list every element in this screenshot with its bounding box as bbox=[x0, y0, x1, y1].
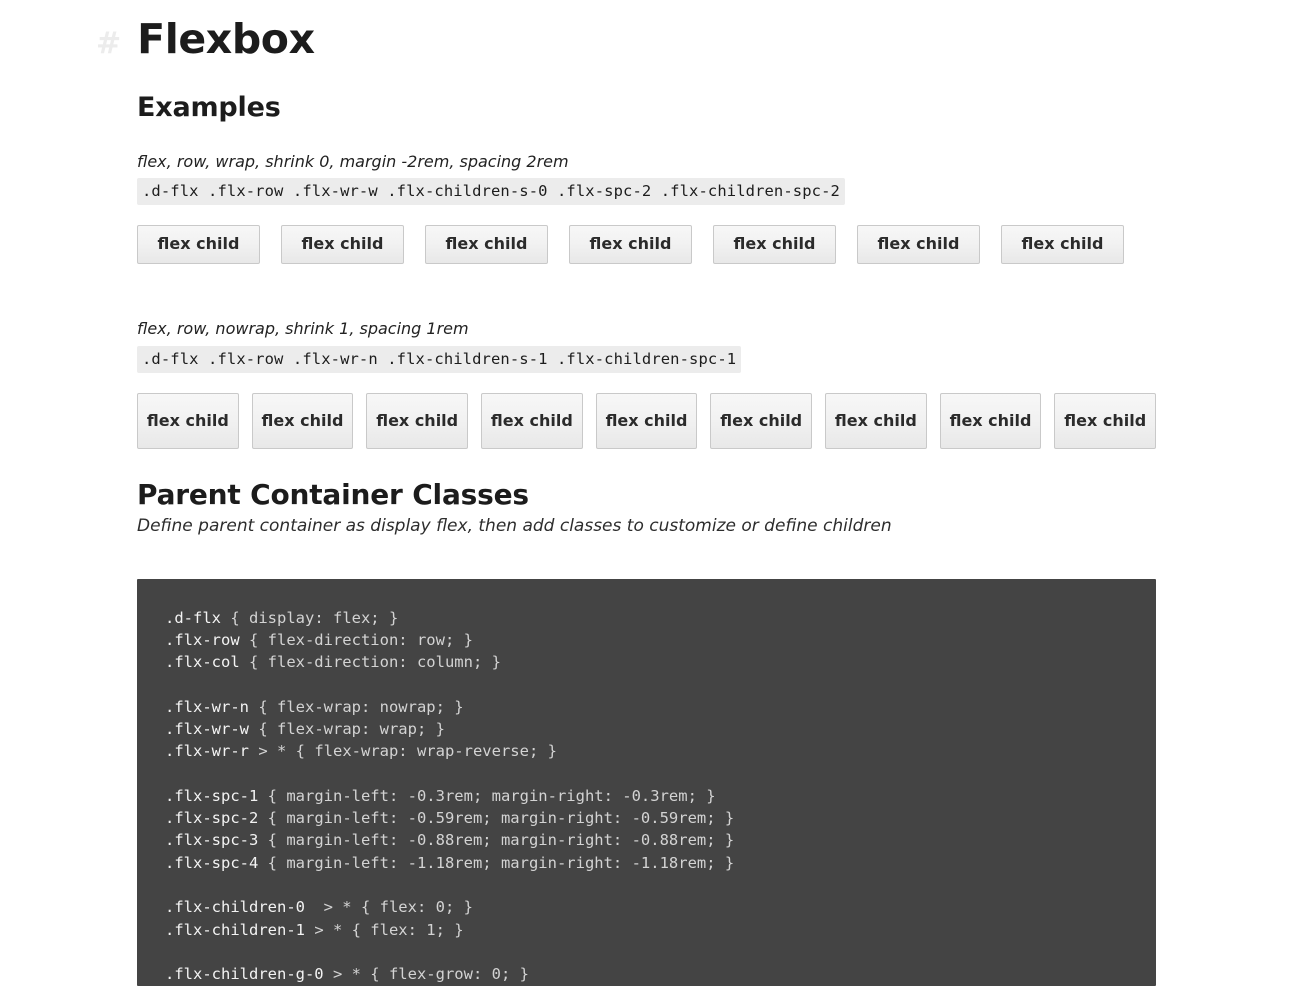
code-line: .flx-spc-1 { margin-left: -0.3rem; margi… bbox=[165, 785, 1156, 807]
examples-heading: Examples bbox=[137, 92, 281, 123]
flex-child-item[interactable]: flex child bbox=[569, 225, 692, 264]
code-selector: .flx-children-0 bbox=[165, 898, 305, 917]
flex-child-item[interactable]: flex child bbox=[713, 225, 836, 264]
flex-child-item[interactable]: flex child bbox=[710, 393, 813, 449]
code-declaration: { margin-left: -0.59rem; margin-right: -… bbox=[258, 809, 735, 828]
code-line: .flx-spc-3 { margin-left: -0.88rem; marg… bbox=[165, 829, 1156, 851]
code-line: .flx-wr-w { flex-wrap: wrap; } bbox=[165, 718, 1156, 740]
code-selector: .flx-children-1 bbox=[165, 920, 305, 939]
code-declaration: > * { flex-wrap: wrap-reverse; } bbox=[249, 742, 557, 761]
code-line: .flx-row { flex-direction: row; } bbox=[165, 629, 1156, 651]
example-2-classes: .d-flx .flx-row .flx-wr-n .flx-children-… bbox=[137, 346, 742, 374]
flex-child-item[interactable]: flex child bbox=[366, 393, 469, 449]
flex-child-item[interactable]: flex child bbox=[595, 393, 698, 449]
parent-container-subtitle: Define parent container as display flex,… bbox=[137, 516, 892, 536]
code-declaration: > * { flex-grow: 0; } bbox=[323, 965, 529, 984]
code-selector: .flx-wr-n bbox=[165, 697, 249, 716]
code-declaration: { flex-wrap: wrap; } bbox=[249, 719, 445, 738]
code-line: .flx-children-0 > * { flex: 0; } bbox=[165, 896, 1156, 918]
code-selector: .flx-row bbox=[165, 630, 240, 649]
flex-child-item[interactable]: flex child bbox=[1001, 225, 1124, 264]
code-declaration: { margin-left: -0.3rem; margin-right: -0… bbox=[258, 786, 716, 805]
flex-child-item[interactable]: flex child bbox=[825, 393, 927, 449]
code-selector: .flx-wr-r bbox=[165, 742, 249, 761]
code-declaration: { display: flex; } bbox=[221, 608, 399, 627]
flex-child-item[interactable]: flex child bbox=[281, 225, 404, 264]
parent-container-code-block: .d-flx { display: flex; } .flx-row { flex… bbox=[137, 578, 1156, 986]
code-declaration: { flex-wrap: nowrap; } bbox=[249, 697, 464, 716]
code-line: .flx-col { flex-direction: column; } bbox=[165, 651, 1156, 673]
code-declaration: > * { flex: 0; } bbox=[304, 898, 473, 917]
parent-container-heading: Parent Container Classes bbox=[137, 478, 529, 511]
code-line: .flx-spc-4 { margin-left: -1.18rem; marg… bbox=[165, 852, 1156, 874]
code-line: .d-flx { display: flex; } bbox=[165, 607, 1156, 629]
code-selector: .flx-spc-1 bbox=[165, 786, 259, 805]
example-2-flex-container: flex child flex child flex child flex child… bbox=[137, 393, 1157, 449]
example-1-flex-container: flex child flex child flex child flex child… bbox=[137, 225, 1159, 264]
code-line: .flx-spc-2 { margin-left: -0.59rem; marg… bbox=[165, 807, 1156, 829]
code-line: .flx-wr-n { flex-wrap: nowrap; } bbox=[165, 696, 1156, 718]
flex-child-item[interactable]: flex child bbox=[481, 393, 583, 449]
flex-child-item[interactable]: flex child bbox=[425, 225, 548, 264]
code-declaration: { flex-direction: row; } bbox=[239, 630, 473, 649]
code-declaration: { margin-left: -1.18rem; margin-right: -… bbox=[258, 853, 735, 872]
flex-child-item[interactable]: flex child bbox=[1054, 393, 1157, 449]
code-selector: .flx-wr-w bbox=[165, 719, 249, 738]
code-line: .flx-wr-r > * { flex-wrap: wrap-reverse;… bbox=[165, 740, 1156, 762]
flex-child-item[interactable]: flex child bbox=[137, 225, 260, 264]
flex-child-item[interactable]: flex child bbox=[939, 393, 1042, 449]
page-title: Flexbox bbox=[137, 15, 315, 63]
code-declaration: > * { flex: 1; } bbox=[304, 920, 464, 939]
flex-child-item[interactable]: flex child bbox=[857, 225, 980, 264]
example-1-classes: .d-flx .flx-row .flx-wr-w .flx-children-… bbox=[137, 178, 845, 206]
example-2-label: flex, row, nowrap, shrink 1, spacing 1re… bbox=[137, 319, 469, 338]
anchor-link-icon[interactable]: # bbox=[96, 29, 121, 59]
code-selector: .flx-col bbox=[165, 653, 240, 672]
code-selector: .flx-children-g-0 bbox=[165, 965, 324, 984]
code-declaration: { margin-left: -0.88rem; margin-right: -… bbox=[258, 831, 735, 850]
code-line: .flx-children-g-0 > * { flex-grow: 0; } bbox=[165, 963, 1156, 985]
flex-child-item[interactable]: flex child bbox=[137, 393, 239, 449]
code-selector: .flx-spc-2 bbox=[165, 809, 259, 828]
code-selector: .flx-spc-3 bbox=[165, 831, 259, 850]
code-line: .flx-children-1 > * { flex: 1; } bbox=[165, 919, 1156, 941]
code-selector: .d-flx bbox=[165, 608, 221, 627]
page-header: # Flexbox bbox=[96, 19, 315, 60]
example-1-label: flex, row, wrap, shrink 0, margin -2rem,… bbox=[137, 152, 569, 171]
flex-child-item[interactable]: flex child bbox=[251, 393, 354, 449]
page-root: # Flexbox Examples flex, row, wrap, shri… bbox=[0, 0, 1294, 986]
code-declaration: { flex-direction: column; } bbox=[239, 653, 501, 672]
code-selector: .flx-spc-4 bbox=[165, 853, 259, 872]
